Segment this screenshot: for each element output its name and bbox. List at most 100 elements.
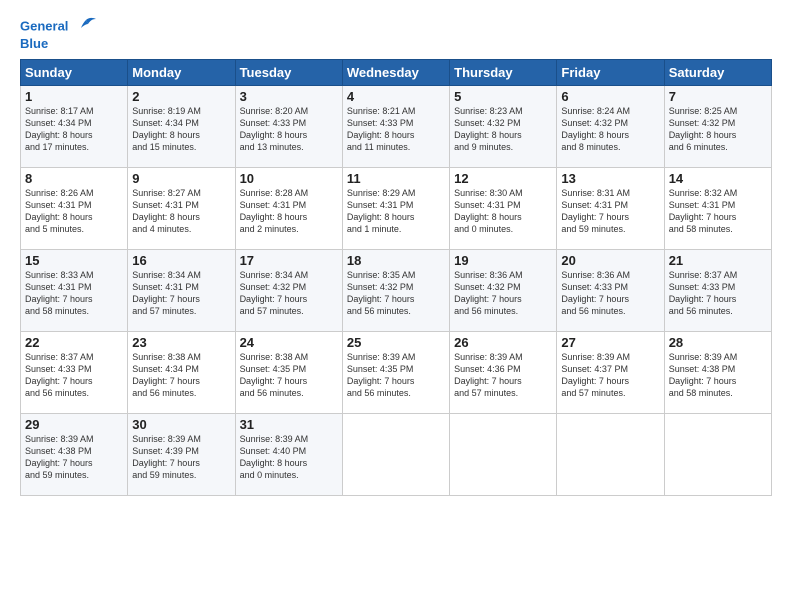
cell-info: Sunrise: 8:36 AMSunset: 4:32 PMDaylight:… bbox=[454, 269, 552, 318]
day-number: 17 bbox=[240, 253, 338, 268]
calendar-cell: 31Sunrise: 8:39 AMSunset: 4:40 PMDayligh… bbox=[235, 414, 342, 496]
page: General Blue SundayMondayTuesdayWednesda… bbox=[0, 0, 792, 506]
cell-info: Sunrise: 8:23 AMSunset: 4:32 PMDaylight:… bbox=[454, 105, 552, 154]
calendar-cell: 6Sunrise: 8:24 AMSunset: 4:32 PMDaylight… bbox=[557, 86, 664, 168]
cell-info: Sunrise: 8:39 AMSunset: 4:35 PMDaylight:… bbox=[347, 351, 445, 400]
calendar-cell: 28Sunrise: 8:39 AMSunset: 4:38 PMDayligh… bbox=[664, 332, 771, 414]
week-row-2: 8Sunrise: 8:26 AMSunset: 4:31 PMDaylight… bbox=[21, 168, 772, 250]
day-number: 27 bbox=[561, 335, 659, 350]
calendar-cell: 20Sunrise: 8:36 AMSunset: 4:33 PMDayligh… bbox=[557, 250, 664, 332]
calendar-cell: 9Sunrise: 8:27 AMSunset: 4:31 PMDaylight… bbox=[128, 168, 235, 250]
cell-info: Sunrise: 8:30 AMSunset: 4:31 PMDaylight:… bbox=[454, 187, 552, 236]
day-number: 11 bbox=[347, 171, 445, 186]
calendar-cell: 23Sunrise: 8:38 AMSunset: 4:34 PMDayligh… bbox=[128, 332, 235, 414]
day-number: 12 bbox=[454, 171, 552, 186]
calendar-cell: 5Sunrise: 8:23 AMSunset: 4:32 PMDaylight… bbox=[450, 86, 557, 168]
cell-info: Sunrise: 8:19 AMSunset: 4:34 PMDaylight:… bbox=[132, 105, 230, 154]
calendar-cell: 2Sunrise: 8:19 AMSunset: 4:34 PMDaylight… bbox=[128, 86, 235, 168]
cell-info: Sunrise: 8:38 AMSunset: 4:35 PMDaylight:… bbox=[240, 351, 338, 400]
day-number: 26 bbox=[454, 335, 552, 350]
day-number: 18 bbox=[347, 253, 445, 268]
col-header-tuesday: Tuesday bbox=[235, 60, 342, 86]
day-number: 22 bbox=[25, 335, 123, 350]
calendar-cell: 22Sunrise: 8:37 AMSunset: 4:33 PMDayligh… bbox=[21, 332, 128, 414]
calendar-cell: 24Sunrise: 8:38 AMSunset: 4:35 PMDayligh… bbox=[235, 332, 342, 414]
calendar-cell: 18Sunrise: 8:35 AMSunset: 4:32 PMDayligh… bbox=[342, 250, 449, 332]
cell-info: Sunrise: 8:35 AMSunset: 4:32 PMDaylight:… bbox=[347, 269, 445, 318]
calendar-cell: 1Sunrise: 8:17 AMSunset: 4:34 PMDaylight… bbox=[21, 86, 128, 168]
calendar-cell: 13Sunrise: 8:31 AMSunset: 4:31 PMDayligh… bbox=[557, 168, 664, 250]
day-number: 10 bbox=[240, 171, 338, 186]
week-row-3: 15Sunrise: 8:33 AMSunset: 4:31 PMDayligh… bbox=[21, 250, 772, 332]
day-number: 2 bbox=[132, 89, 230, 104]
day-number: 7 bbox=[669, 89, 767, 104]
cell-info: Sunrise: 8:34 AMSunset: 4:31 PMDaylight:… bbox=[132, 269, 230, 318]
day-number: 30 bbox=[132, 417, 230, 432]
header: General Blue bbox=[20, 16, 772, 51]
cell-info: Sunrise: 8:37 AMSunset: 4:33 PMDaylight:… bbox=[669, 269, 767, 318]
col-header-saturday: Saturday bbox=[664, 60, 771, 86]
logo-bird-icon bbox=[72, 16, 100, 38]
calendar-cell: 7Sunrise: 8:25 AMSunset: 4:32 PMDaylight… bbox=[664, 86, 771, 168]
col-header-monday: Monday bbox=[128, 60, 235, 86]
calendar-cell: 11Sunrise: 8:29 AMSunset: 4:31 PMDayligh… bbox=[342, 168, 449, 250]
calendar-cell: 29Sunrise: 8:39 AMSunset: 4:38 PMDayligh… bbox=[21, 414, 128, 496]
cell-info: Sunrise: 8:37 AMSunset: 4:33 PMDaylight:… bbox=[25, 351, 123, 400]
day-number: 20 bbox=[561, 253, 659, 268]
logo-text: General bbox=[20, 16, 100, 38]
cell-info: Sunrise: 8:39 AMSunset: 4:39 PMDaylight:… bbox=[132, 433, 230, 482]
calendar-cell: 16Sunrise: 8:34 AMSunset: 4:31 PMDayligh… bbox=[128, 250, 235, 332]
cell-info: Sunrise: 8:39 AMSunset: 4:37 PMDaylight:… bbox=[561, 351, 659, 400]
cell-info: Sunrise: 8:39 AMSunset: 4:40 PMDaylight:… bbox=[240, 433, 338, 482]
logo: General Blue bbox=[20, 16, 100, 51]
cell-info: Sunrise: 8:33 AMSunset: 4:31 PMDaylight:… bbox=[25, 269, 123, 318]
day-number: 31 bbox=[240, 417, 338, 432]
day-number: 4 bbox=[347, 89, 445, 104]
calendar-cell bbox=[664, 414, 771, 496]
day-number: 29 bbox=[25, 417, 123, 432]
cell-info: Sunrise: 8:39 AMSunset: 4:38 PMDaylight:… bbox=[25, 433, 123, 482]
calendar-cell: 8Sunrise: 8:26 AMSunset: 4:31 PMDaylight… bbox=[21, 168, 128, 250]
day-number: 24 bbox=[240, 335, 338, 350]
cell-info: Sunrise: 8:28 AMSunset: 4:31 PMDaylight:… bbox=[240, 187, 338, 236]
cell-info: Sunrise: 8:39 AMSunset: 4:36 PMDaylight:… bbox=[454, 351, 552, 400]
calendar-cell: 15Sunrise: 8:33 AMSunset: 4:31 PMDayligh… bbox=[21, 250, 128, 332]
col-header-friday: Friday bbox=[557, 60, 664, 86]
calendar-cell: 4Sunrise: 8:21 AMSunset: 4:33 PMDaylight… bbox=[342, 86, 449, 168]
cell-info: Sunrise: 8:27 AMSunset: 4:31 PMDaylight:… bbox=[132, 187, 230, 236]
calendar-cell: 17Sunrise: 8:34 AMSunset: 4:32 PMDayligh… bbox=[235, 250, 342, 332]
cell-info: Sunrise: 8:34 AMSunset: 4:32 PMDaylight:… bbox=[240, 269, 338, 318]
col-header-wednesday: Wednesday bbox=[342, 60, 449, 86]
calendar-cell: 21Sunrise: 8:37 AMSunset: 4:33 PMDayligh… bbox=[664, 250, 771, 332]
calendar-cell: 26Sunrise: 8:39 AMSunset: 4:36 PMDayligh… bbox=[450, 332, 557, 414]
col-header-thursday: Thursday bbox=[450, 60, 557, 86]
day-number: 8 bbox=[25, 171, 123, 186]
calendar-cell: 19Sunrise: 8:36 AMSunset: 4:32 PMDayligh… bbox=[450, 250, 557, 332]
day-number: 28 bbox=[669, 335, 767, 350]
calendar-cell: 25Sunrise: 8:39 AMSunset: 4:35 PMDayligh… bbox=[342, 332, 449, 414]
calendar-cell: 10Sunrise: 8:28 AMSunset: 4:31 PMDayligh… bbox=[235, 168, 342, 250]
day-number: 1 bbox=[25, 89, 123, 104]
cell-info: Sunrise: 8:20 AMSunset: 4:33 PMDaylight:… bbox=[240, 105, 338, 154]
day-number: 16 bbox=[132, 253, 230, 268]
logo-line2: Blue bbox=[20, 36, 48, 51]
cell-info: Sunrise: 8:32 AMSunset: 4:31 PMDaylight:… bbox=[669, 187, 767, 236]
calendar-cell: 3Sunrise: 8:20 AMSunset: 4:33 PMDaylight… bbox=[235, 86, 342, 168]
cell-info: Sunrise: 8:36 AMSunset: 4:33 PMDaylight:… bbox=[561, 269, 659, 318]
calendar-cell: 14Sunrise: 8:32 AMSunset: 4:31 PMDayligh… bbox=[664, 168, 771, 250]
week-row-4: 22Sunrise: 8:37 AMSunset: 4:33 PMDayligh… bbox=[21, 332, 772, 414]
cell-info: Sunrise: 8:17 AMSunset: 4:34 PMDaylight:… bbox=[25, 105, 123, 154]
day-number: 25 bbox=[347, 335, 445, 350]
cell-info: Sunrise: 8:38 AMSunset: 4:34 PMDaylight:… bbox=[132, 351, 230, 400]
week-row-1: 1Sunrise: 8:17 AMSunset: 4:34 PMDaylight… bbox=[21, 86, 772, 168]
cell-info: Sunrise: 8:39 AMSunset: 4:38 PMDaylight:… bbox=[669, 351, 767, 400]
day-number: 15 bbox=[25, 253, 123, 268]
cell-info: Sunrise: 8:21 AMSunset: 4:33 PMDaylight:… bbox=[347, 105, 445, 154]
cell-info: Sunrise: 8:25 AMSunset: 4:32 PMDaylight:… bbox=[669, 105, 767, 154]
cell-info: Sunrise: 8:26 AMSunset: 4:31 PMDaylight:… bbox=[25, 187, 123, 236]
cell-info: Sunrise: 8:24 AMSunset: 4:32 PMDaylight:… bbox=[561, 105, 659, 154]
calendar-cell: 30Sunrise: 8:39 AMSunset: 4:39 PMDayligh… bbox=[128, 414, 235, 496]
cell-info: Sunrise: 8:31 AMSunset: 4:31 PMDaylight:… bbox=[561, 187, 659, 236]
week-row-5: 29Sunrise: 8:39 AMSunset: 4:38 PMDayligh… bbox=[21, 414, 772, 496]
day-number: 21 bbox=[669, 253, 767, 268]
